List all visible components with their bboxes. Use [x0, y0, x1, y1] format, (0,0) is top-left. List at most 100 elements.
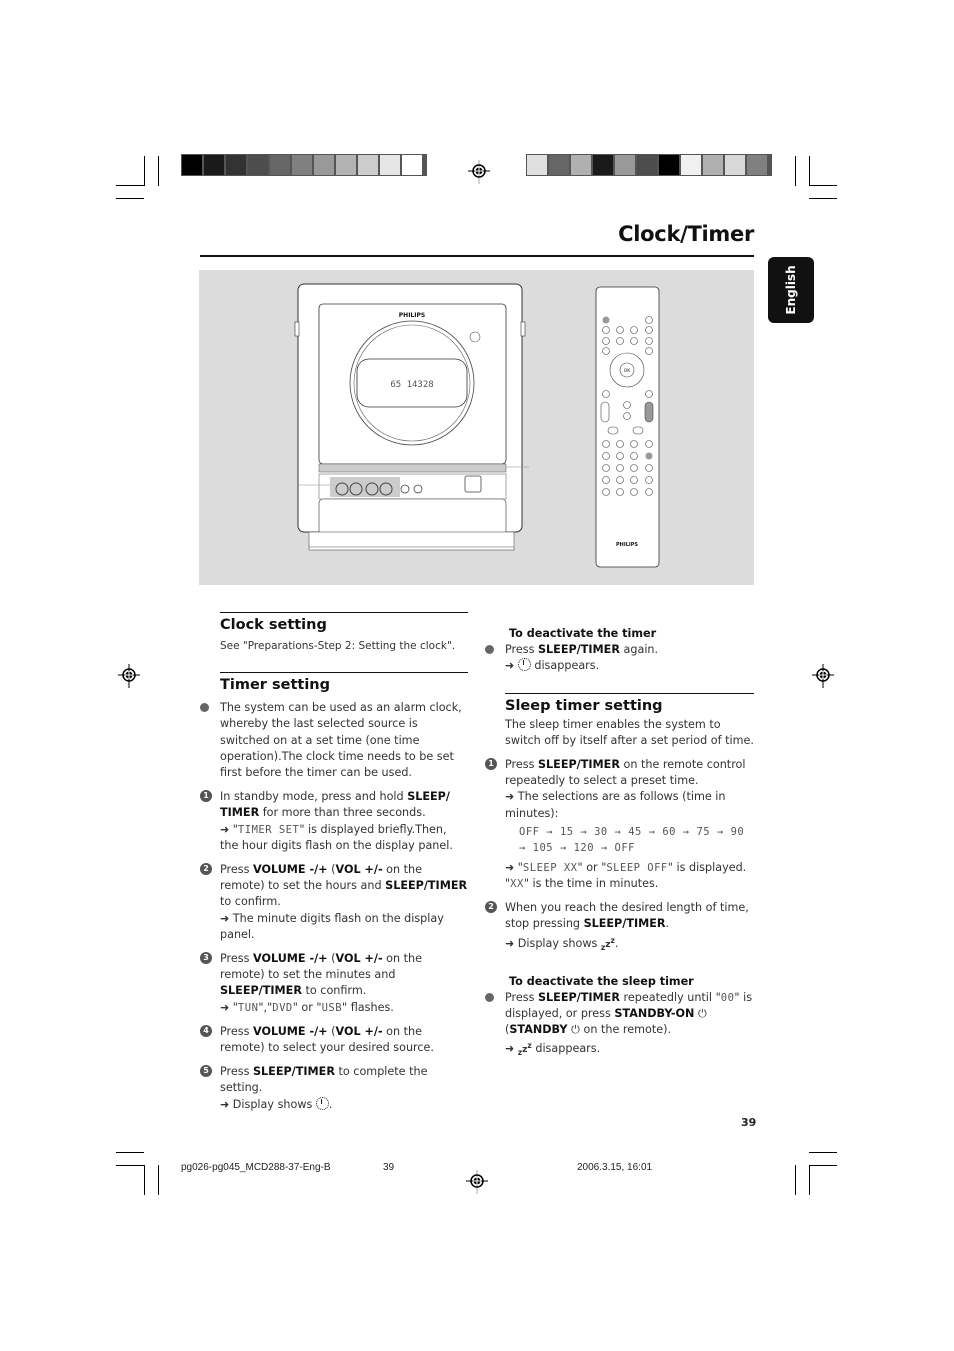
- step-text: repeatedly until: [619, 990, 716, 1004]
- sleep-time-option: 15: [559, 825, 574, 838]
- arrow-icon: →: [519, 841, 533, 854]
- section-rule: [220, 672, 468, 674]
- lcd-text: SLEEP OFF: [606, 861, 668, 874]
- lcd-text: DVD: [272, 1001, 293, 1014]
- bullet-icon: [200, 703, 209, 713]
- page-title: Clock/Timer: [618, 222, 754, 246]
- sleep-step-2: 2 When you reach the desired length of t…: [485, 900, 754, 955]
- registration-mark-icon: [468, 160, 490, 184]
- crop-mark: [809, 1165, 837, 1166]
- step-text: Press: [220, 1065, 253, 1079]
- crop-mark: [144, 156, 145, 186]
- crop-mark: [144, 1165, 145, 1195]
- section-rule: [220, 612, 468, 613]
- color-swatch: [336, 155, 356, 175]
- button-name: SLEEP/TIMER: [253, 1065, 335, 1079]
- step-number-1-icon: 1: [485, 758, 497, 771]
- arrow-icon: ➜: [220, 1097, 230, 1111]
- arrow-icon: →: [594, 841, 615, 854]
- color-swatch: [226, 155, 246, 175]
- sleep-step-1: 1 Press SLEEP/TIMER on the remote contro…: [485, 757, 754, 892]
- timer-step-1: 1 In standby mode, press and hold SLEEP/…: [200, 789, 468, 854]
- arrow-icon: →: [710, 825, 731, 838]
- color-swatch: [182, 155, 202, 175]
- crop-mark: [116, 185, 144, 186]
- step-text: on the remote).: [579, 1023, 672, 1037]
- crop-mark: [116, 198, 144, 199]
- device-drawing: PHILIPS 65 14328 MICRO DVD THEATER: [294, 283, 660, 568]
- sleep-time-option: 45: [628, 825, 642, 838]
- deactivate-sleep-heading: To deactivate the sleep timer: [509, 974, 694, 988]
- step-result: Display shows: [517, 936, 598, 950]
- registration-mark-icon: [812, 664, 834, 688]
- sleep-time-option: OFF: [614, 841, 635, 854]
- button-name: VOL +/-: [335, 952, 383, 966]
- sleep-time-option: 30: [594, 825, 608, 838]
- step-text: to confirm.: [301, 984, 367, 998]
- bullet-icon: [485, 992, 494, 1002]
- left-column: Clock setting See "Preparations-Step 2: …: [200, 612, 468, 1121]
- step-number-5-icon: 5: [200, 1065, 212, 1078]
- step-number-2-icon: 2: [200, 863, 212, 876]
- crop-mark: [809, 198, 837, 199]
- language-label: English: [784, 265, 798, 315]
- color-swatch: [571, 155, 591, 175]
- arrow-icon: →: [641, 825, 663, 838]
- crop-mark: [809, 156, 810, 186]
- deactivate-sleep-step: Press SLEEP/TIMER repeatedly until "00" …: [485, 990, 754, 1062]
- color-swatch: [380, 155, 400, 175]
- color-swatch: [747, 155, 767, 175]
- lcd-text: USB: [321, 1001, 343, 1014]
- lcd-text: TUN: [237, 1001, 259, 1014]
- main-unit-brand: PHILIPS: [399, 312, 425, 319]
- color-swatch: [358, 155, 378, 175]
- step-text: Press: [505, 758, 538, 772]
- arrow-icon: ➜: [505, 790, 515, 804]
- button-name: SLEEP/TIMER: [538, 758, 620, 772]
- button-name: VOL +/-: [335, 863, 383, 877]
- step-text: Press: [220, 863, 253, 877]
- sleep-time-option: 105: [532, 841, 554, 854]
- color-swatch: [681, 155, 701, 175]
- color-swatch: [314, 155, 334, 175]
- color-swatch: [248, 155, 268, 175]
- button-name: VOLUME -/+: [253, 1024, 328, 1038]
- color-swatch: [527, 155, 547, 175]
- color-swatch: [292, 155, 312, 175]
- step-text: again.: [619, 643, 659, 657]
- step-number-4-icon: 4: [200, 1024, 212, 1037]
- arrow-icon: →: [553, 841, 574, 854]
- step-text: Press: [505, 990, 538, 1004]
- step-text: Press: [220, 952, 253, 966]
- language-tab: English: [768, 257, 814, 323]
- remote-control: OK PHILIPS: [595, 286, 660, 568]
- lcd-text: SLEEP XX: [522, 861, 578, 874]
- main-unit: PHILIPS 65 14328 MICRO DVD THEATER: [294, 283, 529, 551]
- bullet-icon: [485, 645, 494, 655]
- page-number: 39: [741, 1116, 757, 1129]
- arrow-icon: ➜: [505, 659, 515, 673]
- arrow-icon: ➜: [505, 860, 515, 874]
- button-name: VOL +/-: [335, 1024, 383, 1038]
- product-illustration: PHILIPS 65 14328 MICRO DVD THEATER: [199, 270, 754, 585]
- registration-mark-icon: [118, 664, 140, 688]
- footer-page: 39: [383, 1162, 395, 1173]
- crop-mark: [795, 1165, 796, 1195]
- right-column: To deactivate the timer Press SLEEP/TIME…: [485, 626, 754, 1069]
- sleep-time-option: 75: [696, 825, 711, 838]
- step-number-3-icon: 3: [200, 952, 212, 965]
- color-swatch: [659, 155, 679, 175]
- timer-step-3: 3 Press VOLUME -/+ (VOL +/- on the remot…: [200, 951, 468, 1016]
- button-name: VOLUME -/+: [253, 863, 328, 877]
- crop-mark: [158, 1165, 159, 1195]
- button-name: SLEEP/TIMER: [538, 990, 620, 1004]
- arrow-icon: ➜: [505, 1042, 515, 1056]
- sleep-time-option: OFF: [519, 825, 540, 838]
- timer-intro: The system can be used as an alarm clock…: [200, 700, 468, 781]
- sleep-timer-heading: Sleep timer setting: [505, 697, 663, 714]
- step-text: In standby mode, press and hold: [220, 790, 408, 804]
- color-swatch: [615, 155, 635, 175]
- step-result: disappears.: [534, 659, 600, 673]
- arrow-icon: ➜: [220, 822, 230, 836]
- step-text: is the time in minutes.: [528, 877, 659, 891]
